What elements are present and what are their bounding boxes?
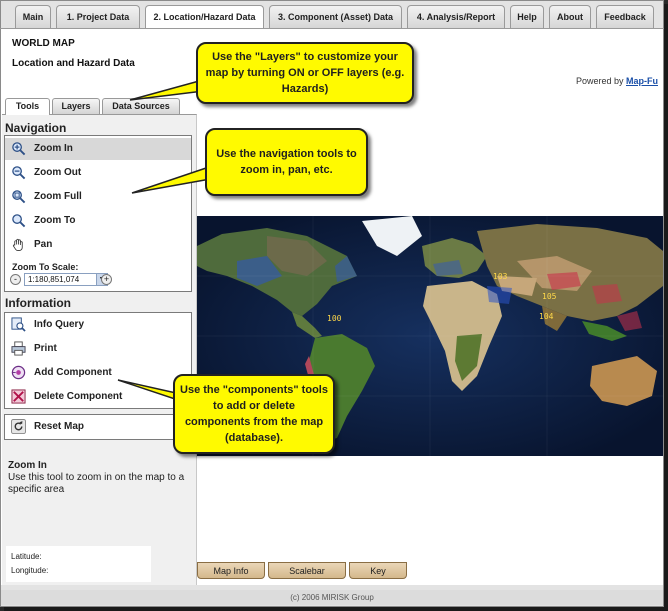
components-callout: Use the "components" tools to add or del… xyxy=(173,374,335,454)
layers-callout: Use the "Layers" to customize your map b… xyxy=(196,42,414,104)
navigation-callout-text: Use the navigation tools to zoom in, pan… xyxy=(216,148,357,176)
navigation-callout: Use the navigation tools to zoom in, pan… xyxy=(205,128,368,196)
layers-callout-text: Use the "Layers" to customize your map b… xyxy=(205,51,405,95)
components-callout-text: Use the "components" tools to add or del… xyxy=(180,384,328,444)
